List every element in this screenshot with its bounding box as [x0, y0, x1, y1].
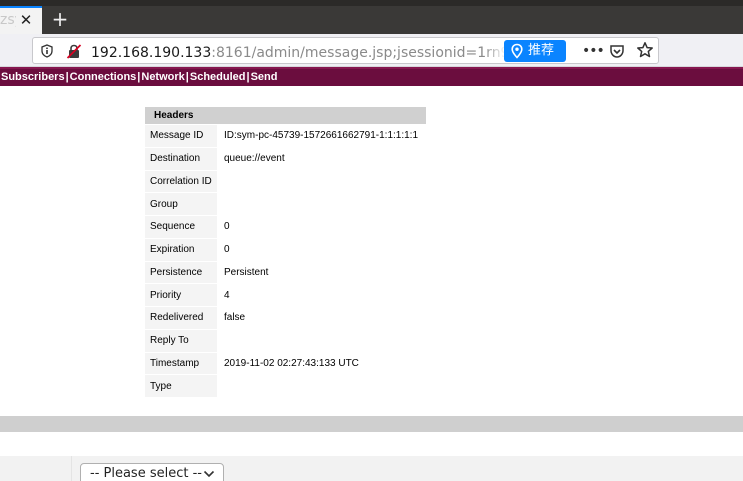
headers-title-row: Headers	[145, 107, 426, 124]
header-value: 0	[217, 215, 426, 238]
browser-window: zsy ✕ + 192.168.190.133:8161/admin/messa…	[0, 0, 743, 481]
url-host: 192.168.190.133	[91, 45, 212, 60]
header-value	[217, 328, 426, 352]
bookmark-star-icon[interactable]	[636, 41, 654, 59]
header-value: ID:sym-pc-45739-1572661662791-1:1:1:1:1	[217, 124, 426, 147]
select-placeholder: -- Please select --	[90, 466, 202, 481]
header-row-sequence: Sequence 0	[145, 215, 426, 238]
site-info-icon[interactable]	[40, 44, 54, 58]
location-pin-icon	[511, 43, 523, 59]
actions-label-cell	[0, 456, 72, 481]
header-value	[217, 374, 426, 397]
header-row-message-id: Message ID ID:sym-pc-45739-1572661662791…	[145, 124, 426, 147]
tab-close-icon[interactable]: ✕	[17, 10, 35, 30]
chevron-down-icon	[203, 470, 215, 478]
header-row-timestamp: Timestamp 2019-11-02 02:27:43:133 UTC	[145, 351, 426, 375]
admin-menu-bar: Subscribers|Connections|Network|Schedule…	[0, 67, 743, 86]
header-label: Type	[145, 374, 217, 397]
header-label: Correlation ID	[145, 169, 217, 193]
header-value	[217, 192, 426, 215]
header-value: queue://event	[217, 146, 426, 170]
tab-active[interactable]: zsy ✕	[0, 6, 42, 34]
tab-title: zsy	[0, 12, 16, 28]
header-row-destination: Destination queue://event	[145, 146, 426, 170]
header-label: Destination	[145, 146, 217, 170]
recommend-label: 推荐	[528, 43, 555, 58]
header-value: 0	[217, 237, 426, 261]
menu-link-connections[interactable]: Connections	[70, 71, 137, 83]
url-bar[interactable]: 192.168.190.133:8161/admin/message.jsp;j…	[32, 37, 659, 64]
message-headers-table: Headers Message ID ID:sym-pc-45739-15726…	[145, 107, 426, 397]
headers-title: Headers	[145, 107, 426, 124]
menu-link-subscribers[interactable]: Subscribers	[1, 71, 65, 83]
header-row-type: Type	[145, 374, 426, 397]
menu-link-send[interactable]: Send	[251, 71, 278, 83]
header-label: Group	[145, 192, 217, 215]
header-label: Message ID	[145, 124, 217, 147]
pocket-icon[interactable]	[609, 43, 625, 59]
header-label: Sequence	[145, 215, 217, 238]
header-value	[217, 169, 426, 193]
queue-select-dropdown[interactable]: -- Please select --	[80, 463, 224, 481]
header-label: Persistence	[145, 260, 217, 284]
header-row-correlation-id: Correlation ID	[145, 169, 426, 193]
header-row-redelivered: Redelivered false	[145, 306, 426, 329]
header-row-persistence: Persistence Persistent	[145, 260, 426, 284]
navigation-bar: 192.168.190.133:8161/admin/message.jsp;j…	[0, 34, 743, 67]
header-row-group: Group	[145, 192, 426, 215]
header-label: Timestamp	[145, 351, 217, 375]
header-row-reply-to: Reply To	[145, 328, 426, 352]
header-label: Priority	[145, 283, 217, 306]
header-value: 2019-11-02 02:27:43:133 UTC	[217, 351, 426, 375]
section-divider-band	[0, 416, 743, 432]
url-path: :8161/admin/message.jsp;jsessionid=1rn9	[211, 45, 504, 60]
menu-link-scheduled[interactable]: Scheduled	[190, 71, 246, 83]
menu-link-network[interactable]: Network	[141, 71, 184, 83]
header-value: 4	[217, 283, 426, 306]
header-label: Redelivered	[145, 306, 217, 329]
message-actions-area: -- Please select --	[0, 456, 743, 481]
header-label: Reply To	[145, 328, 217, 352]
tab-bar: zsy ✕ +	[0, 6, 743, 34]
url-text[interactable]: 192.168.190.133:8161/admin/message.jsp;j…	[91, 42, 504, 60]
header-row-priority: Priority 4	[145, 283, 426, 306]
header-row-expiration: Expiration 0	[145, 237, 426, 261]
header-label: Expiration	[145, 237, 217, 261]
insecure-lock-icon[interactable]	[66, 44, 82, 59]
header-value: Persistent	[217, 260, 426, 284]
page-actions-more-icon[interactable]: •••	[582, 42, 605, 60]
new-tab-button[interactable]: +	[50, 8, 70, 30]
header-value: false	[217, 306, 426, 329]
recommend-button[interactable]: 推荐	[504, 40, 566, 62]
url-fade	[484, 40, 506, 62]
admin-menu-links: Subscribers|Connections|Network|Schedule…	[1, 71, 277, 83]
